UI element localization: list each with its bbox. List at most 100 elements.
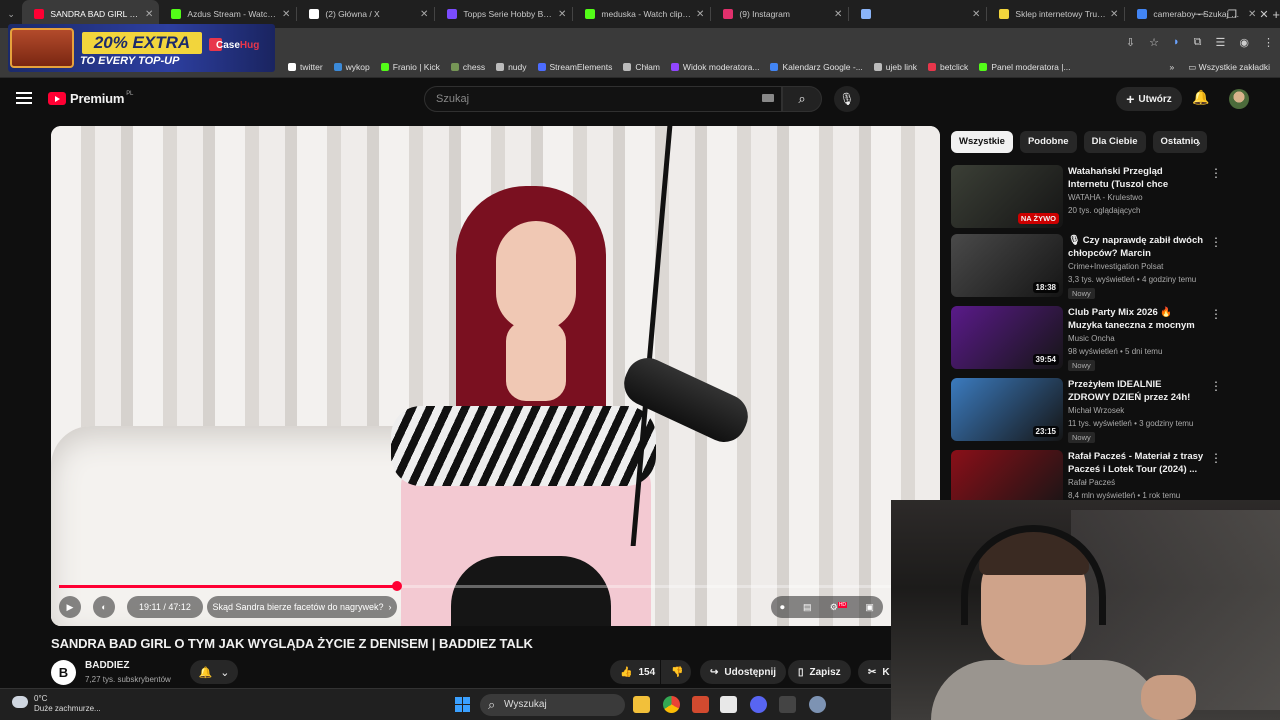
tab-list-chevron-icon[interactable]: ⌄ [0, 9, 22, 20]
more-options-icon[interactable]: ⋮ [1210, 451, 1221, 465]
more-options-icon[interactable]: ⋮ [1210, 379, 1222, 393]
extensions-puzzle-icon[interactable]: ⧉ [1194, 36, 1202, 49]
bookmark-item[interactable]: Chłam [623, 62, 660, 72]
browser-menu-icon[interactable]: ⋮ [1263, 36, 1274, 49]
bookmark-item[interactable]: StreamElements [537, 62, 612, 72]
recommended-channel[interactable]: Music Oncha [1068, 334, 1115, 343]
bookmark-item[interactable]: Panel moderatora |... [979, 62, 1071, 72]
browser-tab[interactable]: Sklep internetowy True C ✕ [987, 0, 1124, 28]
video-thumbnail[interactable]: NA ŻYWO [951, 165, 1063, 228]
save-button[interactable]: ▯ Zapisz [788, 660, 851, 684]
video-progress-bar[interactable] [59, 581, 891, 591]
settings-app-icon[interactable] [809, 696, 826, 713]
video-thumbnail[interactable]: 23:15 [951, 378, 1063, 441]
taskbar-search[interactable]: Wyszukaj [480, 694, 625, 716]
windows-start-icon[interactable] [455, 697, 470, 712]
search-input[interactable]: Szukaj [424, 86, 782, 112]
bookmark-item[interactable]: twitter [288, 62, 323, 72]
more-options-icon[interactable]: ⋮ [1210, 166, 1222, 180]
restore-icon[interactable]: ❐ [1216, 8, 1248, 21]
recommended-title[interactable]: Rafał Pacześ - Materiał z trasy Pacześ i… [1068, 450, 1204, 476]
chrome-icon[interactable] [663, 696, 680, 713]
filter-chip[interactable]: Podobne [1019, 131, 1077, 153]
bookmark-item[interactable]: Franio | Kick [380, 62, 440, 72]
tab-close-icon[interactable]: ✕ [1110, 9, 1118, 20]
keyboard-icon[interactable] [762, 94, 774, 102]
channel-name[interactable]: BADDIEZ [85, 660, 129, 671]
video-thumbnail[interactable] [951, 450, 1063, 500]
recommended-video[interactable]: 23:15 Przeżyłem IDEALNIE ZDROWY DZIEŃ prz… [951, 378, 1222, 443]
casehug-ad-banner[interactable]: 20% EXTRA TO EVERY TOP-UP CaseHug [8, 24, 275, 72]
tab-close-icon[interactable]: ✕ [558, 9, 566, 20]
bookmark-item[interactable]: nudy [496, 62, 527, 72]
browser-tab[interactable]: (2) Główna / X ✕ [297, 0, 434, 28]
recommended-video[interactable]: NA ŻYWO Watahański Przegląd Internetu (Tu… [951, 165, 1222, 229]
browser-tab[interactable]: ✕ [849, 0, 986, 28]
tab-close-icon[interactable]: ✕ [972, 9, 980, 20]
tab-close-icon[interactable]: ✕ [696, 9, 704, 20]
recommended-channel[interactable]: Rafał Pacześ [1068, 478, 1115, 487]
recommended-title[interactable]: Watahański Przegląd Internetu (Tuszol ch… [1068, 165, 1204, 192]
share-button[interactable]: ↪ Udostępnij [700, 660, 787, 684]
close-window-icon[interactable]: ✕ [1248, 8, 1280, 21]
terminal-icon[interactable] [779, 696, 796, 713]
recommended-channel[interactable]: WATAHA - Krulestwo [1068, 193, 1143, 202]
bookmark-item[interactable]: wykop [333, 62, 370, 72]
browser-tab[interactable]: meduska - Watch clips on ✕ [573, 0, 710, 28]
progress-scrubber-handle[interactable] [391, 581, 402, 591]
mic-button[interactable]: 🎙 [834, 86, 860, 112]
recommended-video[interactable]: 18:38 🎙 Czy naprawdę zabił dwóch chłopców… [951, 234, 1222, 299]
tab-close-icon[interactable]: ✕ [834, 9, 842, 20]
recommended-title[interactable]: 🎙 Czy naprawdę zabił dwóch chłopców? Mar… [1068, 234, 1204, 261]
notifications-bell-icon[interactable]: 🔔 [1192, 89, 1209, 106]
volume-button[interactable]: ◐ [93, 596, 115, 618]
more-bookmarks-icon[interactable]: » [1170, 62, 1175, 72]
chips-next-icon[interactable]: › [1196, 134, 1201, 150]
search-button[interactable]: ⌕ [782, 86, 822, 112]
browser-tab[interactable]: (9) Instagram ✕ [711, 0, 848, 28]
channel-avatar[interactable]: B [51, 660, 76, 685]
recommended-title[interactable]: Club Party Mix 2026 🔥 Muzyka taneczna z … [1068, 306, 1204, 333]
all-bookmarks-folder[interactable]: ▭ Wszystkie zakładki [1188, 62, 1270, 73]
autoplay-toggle[interactable]: ⏺ ▤ ⚙HD ▣ [771, 596, 883, 618]
media-app-icon[interactable] [720, 696, 737, 713]
subscription-notifications-button[interactable]: 🔔 ⌄ [190, 660, 238, 684]
minimize-icon[interactable]: — [1184, 8, 1216, 20]
filter-chip[interactable]: Dla Ciebie [1083, 131, 1146, 153]
more-options-icon[interactable]: ⋮ [1210, 235, 1222, 249]
tab-close-icon[interactable]: ✕ [145, 9, 153, 20]
bookmark-item[interactable]: betclick [927, 62, 968, 72]
sidebar-icon[interactable]: ☰ [1216, 36, 1226, 49]
create-button[interactable]: + Utwórz [1116, 87, 1182, 111]
install-icon[interactable]: ⇩ [1126, 36, 1135, 49]
dislike-button[interactable]: 👎 [661, 660, 691, 684]
discord-icon[interactable] [750, 696, 767, 713]
tab-close-icon[interactable]: ✕ [282, 9, 290, 20]
file-explorer-icon[interactable] [633, 696, 650, 713]
filter-chip[interactable]: Wszystkie [951, 131, 1013, 153]
extension-icon[interactable]: ◗ [1173, 36, 1180, 48]
chapter-button[interactable]: Skąd Sandra bierze facetów do nagrywek? › [207, 596, 397, 618]
bookmark-item[interactable]: ujeb link [873, 62, 917, 72]
youtube-premium-logo[interactable]: Premium PL [48, 91, 133, 106]
weather-widget[interactable]: 0°C Duże zachmurze... [12, 694, 101, 714]
browser-tab[interactable]: Topps Serie Hobby Boxy ✕ [435, 0, 572, 28]
recommended-video[interactable]: 39:54 Club Party Mix 2026 🔥 Muzyka tanecz… [951, 306, 1222, 371]
recommended-channel[interactable]: Michał Wrzosek [1068, 406, 1124, 415]
play-button[interactable]: ▶ [59, 596, 81, 618]
more-options-icon[interactable]: ⋮ [1210, 307, 1222, 321]
profile-icon[interactable]: ◉ [1239, 36, 1249, 49]
video-player[interactable]: ▶ ◐ 19:11 / 47:12 Skąd Sandra bierze fac… [51, 126, 940, 626]
recommended-video[interactable]: Rafał Pacześ - Materiał z trasy Pacześ i… [951, 450, 1221, 500]
bookmark-item[interactable]: chess [450, 62, 485, 72]
bookmark-item[interactable]: Kalendarz Google -... [770, 62, 863, 72]
bookmark-star-icon[interactable]: ☆ [1149, 36, 1159, 49]
video-thumbnail[interactable]: 18:38 [951, 234, 1063, 297]
menu-icon[interactable] [16, 92, 32, 104]
recommended-title[interactable]: Przeżyłem IDEALNIE ZDROWY DZIEŃ przez 24… [1068, 378, 1204, 404]
account-avatar[interactable] [1229, 89, 1249, 109]
like-button[interactable]: 👍 154 [610, 660, 660, 684]
app-icon[interactable] [692, 696, 709, 713]
tab-close-icon[interactable]: ✕ [420, 9, 428, 20]
clip-button[interactable]: ✂ K [858, 660, 891, 684]
